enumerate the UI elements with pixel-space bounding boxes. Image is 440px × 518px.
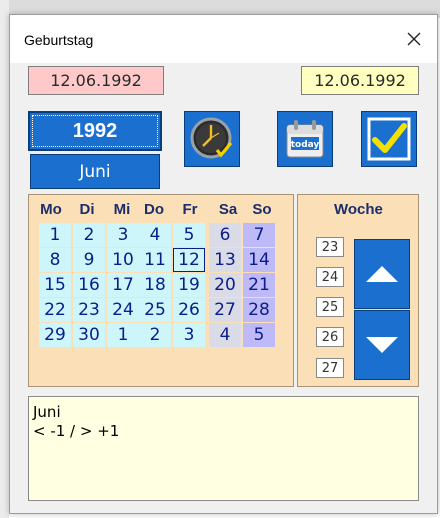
previous-month-button[interactable] — [354, 239, 410, 309]
day-cell[interactable]: 2 — [139, 323, 171, 347]
day-cell[interactable]: 23 — [73, 298, 105, 322]
day-cell[interactable]: 7 — [243, 223, 275, 247]
day-cell[interactable]: 24 — [107, 298, 139, 322]
header-tuesday: Di — [79, 201, 95, 218]
close-button[interactable] — [399, 25, 429, 53]
backdrop-left-strip — [0, 0, 9, 518]
next-month-button[interactable] — [354, 310, 410, 380]
header-monday: Mo — [40, 201, 62, 218]
day-cell[interactable]: 6 — [209, 223, 241, 247]
day-cell[interactable]: 5 — [173, 223, 205, 247]
day-cell[interactable]: 16 — [73, 273, 105, 297]
day-cell[interactable]: 11 — [139, 248, 171, 272]
calendar-today-icon: today — [286, 120, 324, 158]
header-wednesday: Mi — [113, 201, 131, 218]
week-number: 27 — [316, 358, 344, 378]
calendar-panel: Mo Di Mi Do Fr Sa So 1 2 3 4 5 6 7 8 9 10 11 12 13 14… — [28, 194, 294, 387]
day-cell[interactable]: 2 — [73, 223, 105, 247]
window-title: Geburtstag — [24, 32, 94, 48]
clock-button[interactable] — [184, 111, 240, 167]
confirm-button[interactable] — [361, 111, 417, 167]
selected-date-field[interactable]: 12.06.1992 — [301, 66, 419, 95]
day-cell[interactable]: 10 — [107, 248, 139, 272]
selected-day-cell[interactable]: 12 — [173, 248, 205, 272]
day-cell[interactable]: 14 — [243, 248, 275, 272]
day-cell[interactable]: 17 — [107, 273, 139, 297]
day-cell[interactable]: 15 — [39, 273, 71, 297]
header-thursday: Do — [144, 201, 164, 218]
day-cell[interactable]: 21 — [243, 273, 275, 297]
day-cell[interactable]: 5 — [243, 323, 275, 347]
arrow-up-icon — [366, 266, 398, 282]
day-cell[interactable]: 9 — [73, 248, 105, 272]
day-cell[interactable]: 4 — [209, 323, 241, 347]
checkmark-icon — [367, 117, 411, 161]
arrow-down-icon — [366, 337, 398, 353]
day-cell[interactable]: 3 — [107, 223, 139, 247]
month-button[interactable]: Juni — [30, 154, 160, 189]
day-cell[interactable]: 29 — [39, 323, 71, 347]
close-icon — [407, 32, 421, 46]
hint-navigation: < -1 / > +1 — [33, 422, 120, 440]
week-panel: Woche 23 24 25 26 27 — [297, 194, 419, 387]
week-title: Woche — [334, 201, 383, 218]
clock-check-icon — [190, 117, 233, 159]
header-saturday: Sa — [218, 201, 238, 218]
today-label: today — [291, 140, 320, 150]
header-sunday: So — [252, 201, 272, 218]
week-number: 25 — [316, 297, 344, 317]
week-number: 26 — [316, 327, 344, 347]
year-button[interactable]: 1992 — [28, 111, 162, 151]
day-cell[interactable]: 30 — [73, 323, 105, 347]
title-bar: Geburtstag — [10, 15, 437, 63]
hint-box: Juni < -1 / > +1 — [28, 396, 419, 501]
header-friday: Fr — [182, 201, 198, 218]
day-cell[interactable]: 20 — [209, 273, 241, 297]
today-button[interactable]: today — [277, 111, 333, 167]
day-cell[interactable]: 3 — [173, 323, 205, 347]
week-number: 23 — [316, 237, 344, 257]
day-cell[interactable]: 27 — [209, 298, 241, 322]
week-number: 24 — [316, 267, 344, 287]
day-cell[interactable]: 18 — [139, 273, 171, 297]
day-cell[interactable]: 8 — [39, 248, 71, 272]
day-cell[interactable]: 1 — [107, 323, 139, 347]
day-cell[interactable]: 1 — [39, 223, 71, 247]
hint-month: Juni — [33, 403, 61, 421]
day-cell[interactable]: 28 — [243, 298, 275, 322]
day-cell[interactable]: 13 — [209, 248, 241, 272]
day-cell[interactable]: 19 — [173, 273, 205, 297]
original-date-field: 12.06.1992 — [28, 66, 164, 95]
day-cell[interactable]: 4 — [139, 223, 171, 247]
day-cell[interactable]: 26 — [173, 298, 205, 322]
day-cell[interactable]: 22 — [39, 298, 71, 322]
day-cell[interactable]: 25 — [139, 298, 171, 322]
birthday-dialog: Geburtstag 12.06.1992 12.06.1992 1992 Ju… — [9, 14, 438, 514]
